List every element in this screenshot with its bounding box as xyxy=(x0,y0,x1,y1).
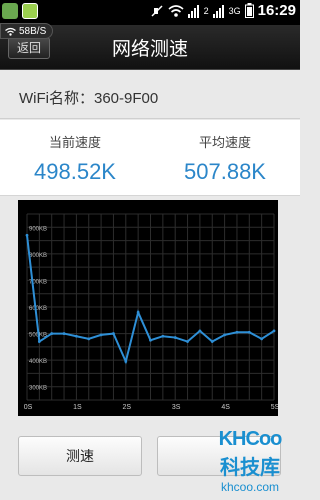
data-point xyxy=(247,330,251,334)
data-point xyxy=(136,310,140,314)
app-notification-icon xyxy=(2,3,18,19)
data-point xyxy=(223,333,227,337)
current-speed-value: 498.52K xyxy=(34,159,116,184)
average-speed-label: 平均速度 xyxy=(198,135,251,150)
wifi-info-row: WiFi名称：360-9F00 xyxy=(0,71,300,119)
x-tick-label: 3S xyxy=(172,404,181,411)
data-point xyxy=(161,334,165,338)
cellular-signal-2-icon xyxy=(212,4,224,18)
data-point xyxy=(37,340,41,343)
data-point xyxy=(50,332,54,335)
wifi-name-text: WiFi名称：360-9F00 xyxy=(19,90,159,107)
data-point xyxy=(75,334,78,338)
x-tick-label: 5S xyxy=(271,404,278,411)
status-right-icons: 2 3G 16:29 xyxy=(150,2,296,19)
watermark-url: khcoo.com xyxy=(220,480,280,494)
battery-icon xyxy=(244,3,254,18)
x-tick-label: 1S xyxy=(73,404,82,411)
current-speed-block: 当前速度 498.52K xyxy=(0,120,150,185)
status-bar: 2 3G 16:29 xyxy=(0,0,300,25)
average-speed-block: 平均速度 507.88K xyxy=(150,120,300,185)
speed-chart: 300KB 400KB 500KB 600KB 700KB 800KB 900KB 0S 1S 2… xyxy=(18,200,278,416)
status-left-icons xyxy=(2,3,38,19)
rate-text: 58B/S xyxy=(19,25,47,37)
speed-test-button[interactable]: 测速 xyxy=(18,436,142,476)
watermark-name: 科技库 xyxy=(220,457,280,479)
watermark-logo: KHCoo xyxy=(218,428,283,450)
mute-icon xyxy=(151,4,163,17)
wifi-rate-badge: 58B/S xyxy=(0,23,54,39)
y-tick-label: 900KB xyxy=(29,226,47,232)
data-point xyxy=(198,329,202,333)
data-point xyxy=(25,233,29,237)
data-point xyxy=(272,329,276,333)
cellular-signal-icon xyxy=(187,4,199,18)
data-point xyxy=(173,336,177,339)
data-point xyxy=(62,332,66,335)
speed-panel: 当前速度 498.52K 平均速度 507.88K xyxy=(0,120,300,196)
average-speed-value: 507.88K xyxy=(184,159,266,184)
x-tick-label: 4S xyxy=(221,404,230,411)
watermark: KHCoo 科技库 khcoo.com xyxy=(202,428,298,498)
wifi-icon xyxy=(5,27,16,36)
x-tick-label: 0S xyxy=(24,404,33,411)
y-tick-label: 300KB xyxy=(29,386,47,392)
y-tick-label: 800KB xyxy=(29,253,47,259)
data-point xyxy=(235,330,239,334)
current-speed-label: 当前速度 xyxy=(48,135,101,150)
battery-notification-icon xyxy=(22,3,38,19)
data-point xyxy=(149,338,152,342)
data-point xyxy=(99,333,103,337)
data-point xyxy=(112,332,115,335)
wifi-signal-icon xyxy=(168,4,184,17)
y-tick-label: 400KB xyxy=(29,359,47,365)
data-point xyxy=(210,340,214,343)
data-point xyxy=(260,337,264,341)
y-tick-label: 600KB xyxy=(29,306,47,312)
clock: 16:29 xyxy=(257,2,296,19)
data-point xyxy=(124,360,128,363)
x-tick-label: 2S xyxy=(123,404,132,411)
data-point xyxy=(87,337,91,341)
network-type-label: 3G xyxy=(228,5,241,16)
data-point xyxy=(186,340,189,343)
sim-slot-label: 2 xyxy=(203,5,209,16)
speed-chart-svg: 300KB400KB500KB600KB700KB800KB900KB0S 1S 2… xyxy=(24,213,278,411)
